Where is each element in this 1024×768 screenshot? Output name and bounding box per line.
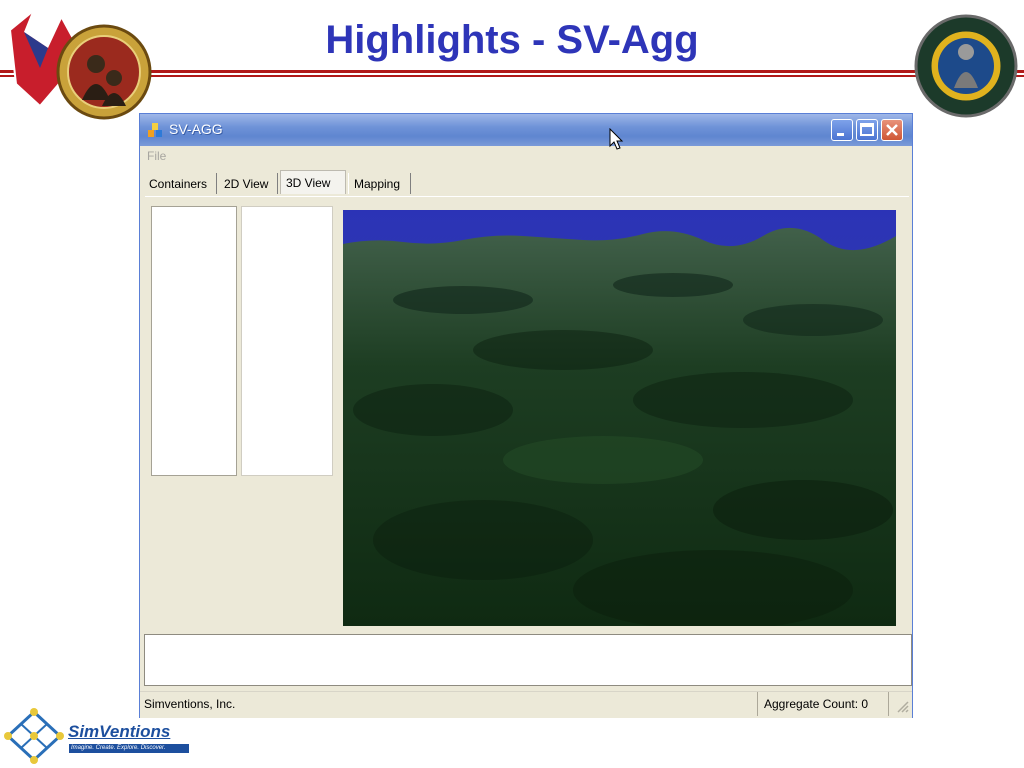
tab-containers[interactable]: Containers <box>144 173 217 194</box>
simventions-tagline: Imagine. Create. Explore. Discover. <box>69 744 189 753</box>
3d-terrain-viewport[interactable] <box>343 210 896 626</box>
status-bar: Simventions, Inc. Aggregate Count: 0 <box>140 691 912 718</box>
app-icon <box>148 123 162 137</box>
tab-3d-view[interactable]: 3D View <box>280 170 346 194</box>
menu-file[interactable]: File <box>147 149 166 163</box>
container-list-left[interactable] <box>151 206 237 476</box>
maximize-button[interactable] <box>856 119 878 141</box>
menu-bar: File <box>140 146 912 166</box>
window-title: SV-AGG <box>169 121 223 137</box>
simventions-mark-icon <box>4 708 64 764</box>
simventions-logo: SimVentions Imagine. Create. Explore. Di… <box>2 708 192 764</box>
tab-panel-3d-view <box>145 196 909 633</box>
minimize-icon <box>837 133 844 136</box>
title-bar[interactable]: SV-AGG <box>140 114 912 146</box>
tab-mapping[interactable]: Mapping <box>348 173 411 194</box>
army-seal-logo <box>8 10 152 120</box>
mouse-cursor-icon <box>609 128 624 150</box>
close-button[interactable] <box>881 119 903 141</box>
tab-strip: Containers 2D View 3D View Mapping <box>144 170 910 196</box>
app-window: SV-AGG File Containers 2D View 3D View M… <box>139 113 913 718</box>
container-list-right[interactable] <box>241 206 333 476</box>
slide-title: Highlights - SV-Agg <box>325 18 699 62</box>
status-aggregate-count: Aggregate Count: 0 <box>757 692 889 716</box>
tab-2d-view[interactable]: 2D View <box>219 173 278 194</box>
maximize-icon <box>860 123 874 136</box>
simventions-wordmark: SimVentions <box>68 722 171 741</box>
minimize-button[interactable] <box>831 119 853 141</box>
output-text-area[interactable] <box>144 634 912 686</box>
close-icon <box>886 124 898 136</box>
simulation-seal-logo <box>914 14 1018 118</box>
resize-grip-icon[interactable] <box>894 698 910 714</box>
